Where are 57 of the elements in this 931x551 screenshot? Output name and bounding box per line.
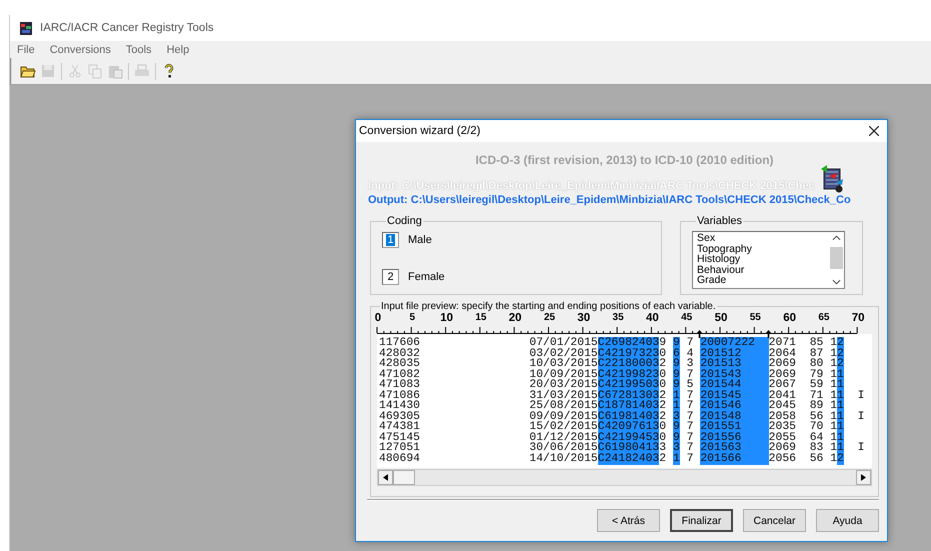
scroll-left-icon[interactable] [383,474,388,481]
app-icon [18,20,34,36]
menu-item[interactable]: Conversions [50,44,111,56]
data-line: 471083 20/03/2015C421995030 9 5 201544 2067 59 11 [379,380,845,390]
dialog-button[interactable]: Cancelar [743,509,806,532]
data-line: 117606 07/01/2015C269824039 9 7 20007222 2071 85 12 [379,338,845,348]
list-item[interactable]: Topography [697,244,829,254]
data-line: 141430 25/08/2015C187814032 1 7 201546 2045 89 11 [379,401,845,412]
ruler-label: 0 [374,312,382,324]
ruler-label: 40 [646,312,659,324]
dialog-title: Conversion wizard (2/2) [359,125,480,137]
ruler-label: 15 [475,312,486,324]
ruler-label: 45 [681,312,692,324]
data-line: 127051 30/06/2015C619804133 3 7 201563 2069 83 11 I [379,443,866,454]
horizontal-scrollbar[interactable] [377,469,872,486]
list-item[interactable]: Histology [697,254,829,265]
ruler-label: 70 [852,312,865,324]
code-field[interactable]: 1 [382,232,399,248]
ruler-label: 55 [750,312,761,324]
menu-item[interactable]: Tools [126,44,152,56]
data-line: 428035 10/03/2015C221800032 9 3 201513 2069 80 12 [379,359,845,370]
ruler-label: 35 [612,312,624,324]
list-item[interactable]: Grade [697,275,829,286]
menu-item[interactable]: File [17,44,35,56]
group-label: Input file preview: specify the starting and ending positions of each variable. [380,301,717,312]
group-label: Coding [386,215,423,227]
scroll-down-icon[interactable] [832,279,841,285]
data-line: 474381 15/02/2015C420976130 9 7 201551 2035 70 11 [379,422,845,432]
field-label: Female [408,271,445,283]
dialog-button[interactable]: Ayuda [816,509,879,532]
ruler-label: 10 [440,312,453,324]
group-label: Variables [696,215,744,227]
ruler-label: 50 [714,312,728,324]
field-label: Male [408,234,432,246]
menu-item[interactable]: Help [166,44,190,56]
close-icon[interactable] [869,126,879,136]
list-item[interactable]: Behaviour [697,264,829,276]
conversion-heading: ICD-O-3 (first revision, 2013) to ICD-10 (2010 edition) [474,153,775,167]
ruler-label: 20 [508,312,522,324]
list-item[interactable]: Sex [697,233,829,244]
data-line: 480694 14/10/2015C241824032 1 7 201566 2056 56 12 [379,454,845,464]
ruler-label: 65 [818,312,830,324]
variables-list[interactable]: Sex Topography Histology Behaviour Grade [692,231,845,289]
position-marker-icon[interactable] [765,330,772,338]
ruler-label: 30 [577,312,590,324]
scroll-right-icon[interactable] [861,474,866,481]
output-path: Output: C:\Users\leiregil\Desktop\Leire_Epidem\Minbizia\IARC Tools\CHECK 2015\Check_Co [368,194,851,206]
ruler-label: 5 [410,312,416,324]
ruler-label: 25 [544,312,556,324]
dialog-button[interactable]: Finalizar [670,509,733,532]
ruler-label: 60 [783,312,796,324]
code-field[interactable]: 2 [382,269,399,285]
database-icon [818,163,845,193]
window-title: IARC/IACR Cancer Registry Tools [40,22,214,34]
position-marker-icon[interactable] [696,330,704,338]
scroll-up-icon[interactable] [832,235,841,241]
dialog-button[interactable]: < Atrás [597,509,660,532]
